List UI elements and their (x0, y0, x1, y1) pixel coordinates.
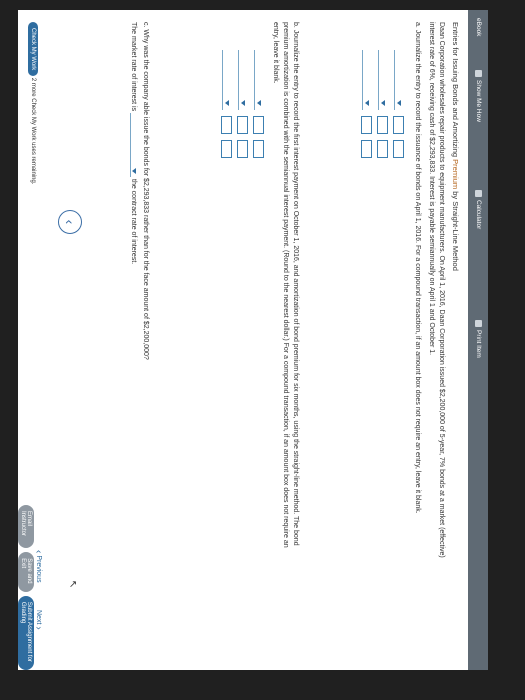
back-arrow-button[interactable]: ‹ (58, 210, 82, 234)
description-line-1: Daan Corporation wholesales repair produ… (438, 22, 445, 558)
email-instructor-button[interactable]: Email Instructor (18, 505, 34, 549)
account-dropdown[interactable] (222, 50, 231, 110)
next-button[interactable]: Next › (33, 610, 44, 630)
chevron-down-icon (241, 100, 245, 106)
account-dropdown[interactable] (378, 50, 387, 110)
submit-assignment-button[interactable]: Submit Assignment for Grading (18, 595, 34, 671)
part-c-sentence: The market rate of interest is the contr… (128, 22, 138, 652)
calculator-label: Calculator (475, 200, 482, 230)
debit-input[interactable] (253, 116, 264, 134)
part-b-line-2: premium amortization is combined with th… (282, 22, 289, 548)
photo-frame: eBook Show Me How Calculator Print Item … (0, 0, 525, 700)
debit-input[interactable] (221, 116, 232, 134)
ebook-label: eBook (475, 18, 482, 37)
problem-title: Entries for Issuing Bonds and Amortizing… (451, 22, 460, 271)
title-text: Entries for Issuing Bonds and Amortizing (451, 22, 460, 160)
chevron-down-icon (225, 100, 229, 106)
save-and-exit-button[interactable]: Save and Exit (18, 552, 34, 592)
problem-description: Daan Corporation wholesales repair produ… (426, 22, 446, 652)
footer-bar: Check My Work 2 more Check My Work uses … (18, 10, 48, 671)
calculator-button[interactable]: Calculator (475, 190, 482, 229)
account-dropdown[interactable] (394, 50, 403, 110)
account-dropdown[interactable] (238, 50, 247, 110)
part-b-line-3: entry, leave it blank. (272, 22, 279, 84)
previous-button[interactable]: ‹ Previous (33, 550, 44, 583)
credit-input[interactable] (361, 140, 372, 158)
chevron-down-icon (257, 100, 261, 106)
part-b-line-1: b. Journalize the entry to record the fi… (292, 22, 299, 546)
part-a-instruction: a. Journalize the entry to record the is… (414, 22, 421, 514)
chevron-left-icon: ‹ (62, 219, 78, 225)
account-dropdown[interactable] (254, 50, 263, 110)
next-label: Next (35, 610, 42, 625)
journal-a-row-3 (361, 50, 372, 158)
debit-input[interactable] (377, 116, 388, 134)
check-work-area: Check My Work 2 more Check My Work uses … (28, 22, 38, 185)
chevron-down-icon (365, 100, 369, 106)
account-dropdown[interactable] (362, 50, 371, 110)
debit-input[interactable] (237, 116, 248, 134)
journal-b-row-3 (221, 50, 232, 158)
part-b-instruction: b. Journalize the entry to record the fi… (270, 22, 300, 652)
previous-label: Previous (35, 555, 42, 583)
show-me-how-icon (475, 70, 482, 77)
show-me-how-label: Show Me How (475, 80, 482, 122)
chevron-down-icon (131, 168, 136, 175)
credit-input[interactable] (221, 140, 232, 158)
credit-input[interactable] (393, 140, 404, 158)
title-text-end: by Straight-Line Method (451, 189, 460, 271)
debit-input[interactable] (393, 116, 404, 134)
calculator-icon (475, 190, 482, 197)
journal-a-row-1 (393, 50, 404, 158)
part-c-sentence-start: The market rate of interest is (130, 22, 137, 112)
journal-a-row-2 (377, 50, 388, 158)
debit-input[interactable] (361, 116, 372, 134)
print-item-button[interactable]: Print Item (475, 320, 482, 358)
credit-input[interactable] (377, 140, 388, 158)
check-my-work-button[interactable]: Check My Work (28, 22, 38, 77)
chevron-left-icon: ‹ (33, 550, 44, 554)
journal-b-row-2 (237, 50, 248, 158)
toolbar: eBook Show Me How Calculator Print Item (468, 10, 488, 670)
title-highlight-link[interactable]: Premium (451, 159, 460, 189)
print-icon (475, 320, 482, 327)
chevron-down-icon (397, 100, 401, 106)
market-rate-dropdown[interactable] (129, 113, 138, 178)
footer-actions: Email Instructor Save and Exit Submit As… (18, 505, 34, 671)
credit-input[interactable] (237, 140, 248, 158)
description-line-2: interest rate of 6%, receiving cash of $… (428, 22, 435, 356)
part-c-question: c. Why was the company able issue the bo… (142, 22, 149, 360)
mouse-cursor-icon: ↖ (67, 580, 78, 589)
ebook-button[interactable]: eBook (475, 18, 482, 36)
part-c-sentence-end: the contract rate of interest. (130, 179, 137, 265)
credit-input[interactable] (253, 140, 264, 158)
print-item-label: Print Item (475, 330, 482, 358)
show-me-how-button[interactable]: Show Me How (475, 70, 482, 122)
journal-b-row-1 (253, 50, 264, 158)
chevron-down-icon (381, 100, 385, 106)
chevron-right-icon: › (33, 626, 44, 630)
remaining-uses-text: 2 more Check My Work uses remaining. (30, 77, 36, 185)
assignment-page: eBook Show Me How Calculator Print Item … (18, 10, 488, 671)
